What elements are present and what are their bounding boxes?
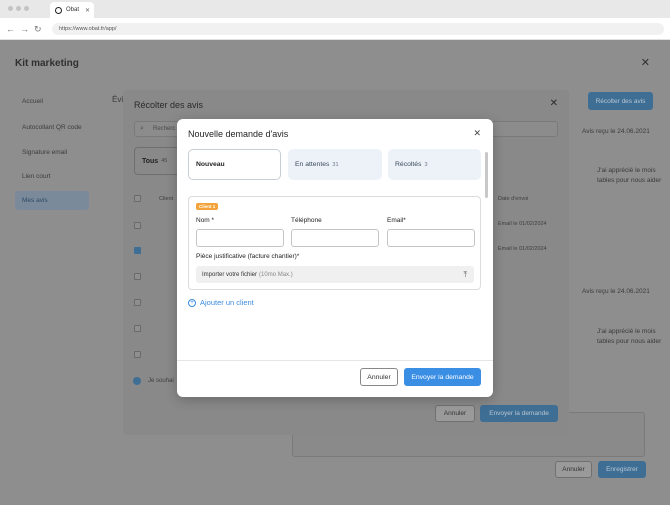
save-button[interactable]: Enregistrer (598, 461, 646, 478)
cancel-button[interactable]: Annuler (435, 405, 475, 422)
sidebar-item-signature[interactable]: Signature email (15, 143, 89, 162)
window-dot-icon[interactable] (24, 6, 29, 11)
modal-footer-divider (177, 360, 493, 361)
email-label: Email* (387, 217, 406, 224)
window-dot-icon[interactable] (16, 6, 21, 11)
row-checkbox[interactable] (134, 273, 141, 280)
row-checkbox[interactable] (134, 325, 141, 332)
review-date: Avis reçu le 24.06.2021 (582, 288, 650, 295)
scrollbar[interactable] (485, 152, 488, 198)
phone-input[interactable] (291, 229, 379, 247)
search-icon: ⌕ (140, 125, 144, 132)
row-checkbox[interactable] (134, 222, 141, 229)
upload-icon[interactable]: ⤒ (463, 270, 467, 279)
sidebar-item-accueil[interactable]: Accueil (15, 92, 89, 111)
sidebar-item-lien-court[interactable]: Lien court (15, 167, 89, 186)
sidebar-item-qr-code[interactable]: Autocollant QR code (15, 118, 89, 137)
close-icon[interactable]: ✕ (641, 56, 650, 69)
tab-title: Obat (66, 7, 80, 13)
review-text: tables pour nous aider (597, 177, 662, 184)
tab-tous[interactable]: Tous 45 (134, 147, 182, 175)
close-icon[interactable]: ✕ (85, 7, 90, 14)
close-icon[interactable]: ✕ (550, 98, 558, 109)
client-card: Client 1 Nom * Téléphone Email* Pièce ju… (188, 196, 481, 290)
name-label: Nom * (196, 217, 215, 224)
add-client-button[interactable]: + Ajouter un client (188, 298, 254, 307)
send-request-button[interactable]: Envoyer la demande (404, 368, 481, 386)
radio-label: Je souhai (148, 378, 174, 384)
email-input[interactable] (387, 229, 475, 247)
reload-icon[interactable]: ↻ (34, 23, 42, 35)
proof-label: Pièce justificative (facture chantier)* (196, 253, 300, 260)
sidebar-item-mes-avis[interactable]: Mes avis (15, 191, 89, 210)
tab-nouveau[interactable]: Nouveau (188, 149, 281, 180)
browser-titlebar: Obat ✕ (0, 0, 670, 18)
client-badge: Client 1 (196, 203, 219, 210)
collect-reviews-button[interactable]: Récolter des avis (588, 92, 653, 110)
select-all-checkbox[interactable] (134, 195, 141, 202)
close-icon[interactable]: ✕ (473, 128, 481, 139)
row-date: Email le 01/02/2024 (498, 246, 547, 252)
row-date: Email le 01/02/2024 (498, 221, 547, 227)
column-header: Client (159, 196, 174, 202)
send-request-button[interactable]: Envoyer la demande (480, 405, 558, 422)
review-date: Avis reçu le 24.06.2021 (582, 128, 650, 135)
review-text: tables pour nous aider (597, 338, 662, 345)
modal-title: Récolter des avis (134, 100, 204, 110)
obat-logo-icon (55, 6, 62, 14)
tab-recoltes[interactable]: Récoltés 3 (388, 149, 481, 180)
modal-title: Nouvelle demande d'avis (188, 129, 289, 139)
browser-tab[interactable]: Obat ✕ (50, 2, 94, 18)
address-bar[interactable]: https://www.obat.fr/app/ (52, 23, 664, 35)
review-text: J'ai apprécié le mois (597, 167, 656, 174)
browser-toolbar: ← → ↻ https://www.obat.fr/app/ (0, 18, 670, 40)
window-dot-icon[interactable] (8, 6, 13, 11)
radio-button[interactable] (133, 377, 141, 385)
name-input[interactable] (196, 229, 284, 247)
forward-arrow-icon[interactable]: → (20, 23, 29, 35)
section-label: Évi (112, 95, 124, 104)
page-title: Kit marketing (15, 58, 79, 69)
plus-icon: + (188, 298, 196, 307)
column-header: Date d'envoi (498, 196, 529, 202)
row-checkbox[interactable] (134, 299, 141, 306)
back-arrow-icon[interactable]: ← (6, 23, 15, 35)
row-checkbox[interactable] (134, 247, 141, 254)
tab-en-attentes[interactable]: En attentes 31 (288, 149, 382, 180)
file-upload-field[interactable]: Importer votre fichier (10mo Max.) ⤒ (196, 266, 474, 283)
row-checkbox[interactable] (134, 351, 141, 358)
review-text: J'ai apprécié le mois (597, 328, 656, 335)
cancel-button[interactable]: Annuler (555, 461, 592, 478)
cancel-button[interactable]: Annuler (360, 368, 398, 386)
phone-label: Téléphone (291, 217, 322, 224)
